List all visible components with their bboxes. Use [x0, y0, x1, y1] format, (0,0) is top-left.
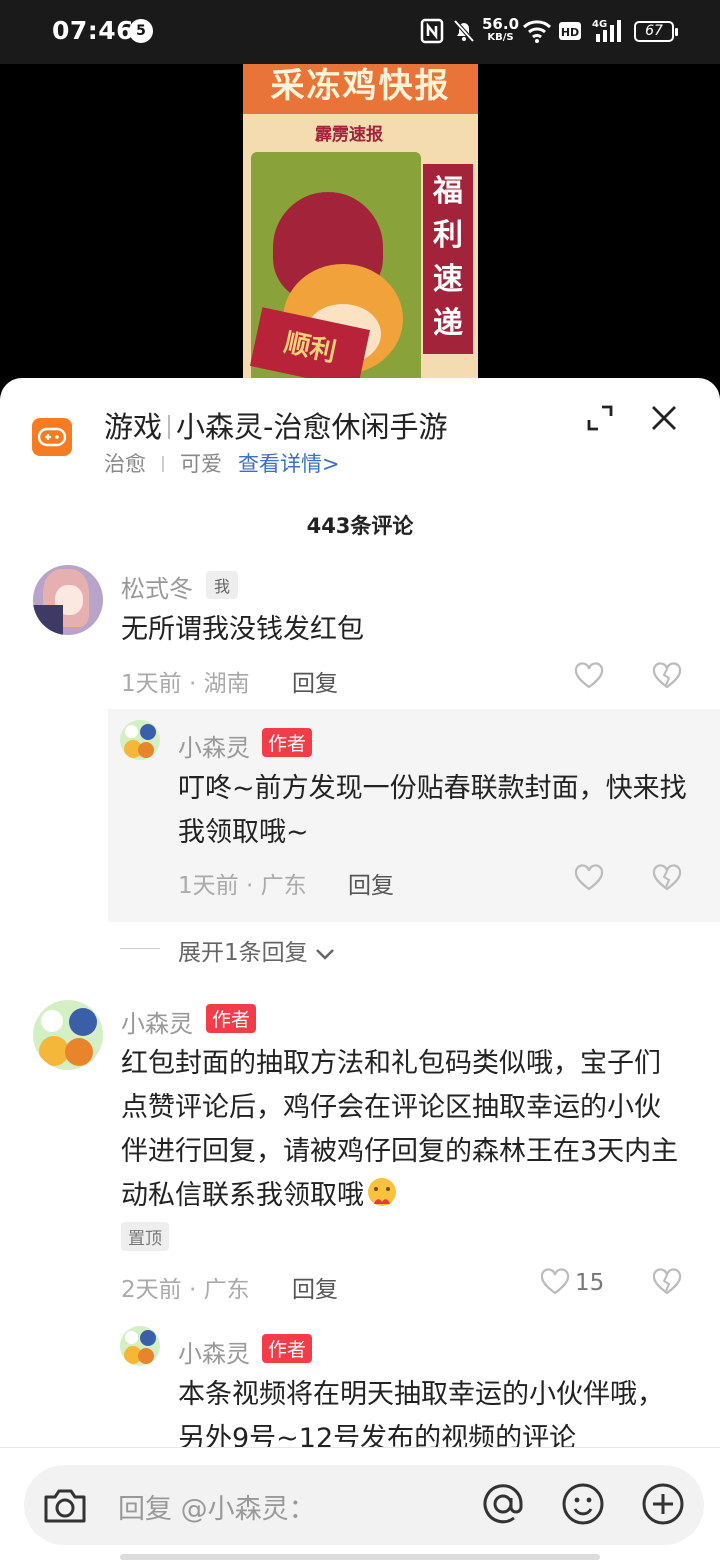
expand-replies-button[interactable]: 展开1条回复 [178, 933, 335, 967]
cover-subtitle: 霹雳速报 [315, 125, 383, 145]
reply-button[interactable]: 回复 [292, 664, 338, 698]
video-cover: 采冻鸡快报 霹雳速报 顺利 福利速递 [243, 64, 478, 394]
signal-icon: 4G [590, 18, 626, 48]
comment-text[interactable]: 红包封面的抽取方法和礼包码类似哦，宝子们点赞评论后，鸡仔会在评论区抽取幸运的小伙… [121, 1042, 681, 1218]
sheet-header: 游戏 小森灵-治愈休闲手游 治愈 可爱 查看详情> [0, 378, 720, 488]
comment-sheet: 游戏 小森灵-治愈休闲手游 治愈 可爱 查看详情> 443条评论 松式冬 我 无所谓我… [0, 378, 720, 1560]
notification-badge: 5 [129, 19, 153, 43]
status-time: 07:46 [52, 16, 135, 45]
cover-title: 采冻鸡快报 [243, 64, 478, 114]
author-badge: 作者 [262, 1334, 313, 1363]
reply-button[interactable]: 回复 [348, 866, 394, 900]
chevron-down-icon [316, 949, 334, 960]
expand-divider [120, 948, 160, 949]
at-icon[interactable] [480, 1481, 526, 1531]
camera-icon[interactable] [42, 1483, 88, 1531]
me-badge: 我 [206, 571, 239, 599]
game-name: 小森灵-治愈休闲手游 [176, 410, 448, 444]
details-link[interactable]: 查看详情> [238, 452, 340, 476]
nfc-icon [420, 18, 444, 48]
comment-author[interactable]: 松式冬 [121, 569, 193, 604]
net-speed: 56.0 KB/S [482, 15, 520, 44]
game-tags: 治愈 可爱 查看详情> [104, 448, 340, 478]
author-badge: 作者 [262, 728, 313, 757]
hug-emoji-icon [364, 1176, 400, 1210]
comment-count: 443条评论 [306, 514, 414, 538]
emoji-icon[interactable] [560, 1481, 606, 1531]
expand-icon[interactable] [586, 404, 614, 436]
reply-author[interactable]: 小森灵 [178, 728, 250, 763]
video-player[interactable]: 采冻鸡快报 霹雳速报 顺利 福利速递 [0, 64, 720, 394]
game-title[interactable]: 游戏 小森灵-治愈休闲手游 [104, 404, 447, 446]
heart-icon[interactable] [574, 864, 604, 896]
reply-author[interactable]: 小森灵 [178, 1334, 250, 1369]
status-bar: 07:46 5 56.0 KB/S HD 4G 67 [0, 0, 720, 64]
broken-heart-icon[interactable] [652, 662, 682, 694]
comment-author[interactable]: 小森灵 [121, 1004, 193, 1039]
mute-icon [452, 18, 476, 48]
game-controller-icon[interactable] [32, 418, 72, 456]
pinned-badge: 置顶 [121, 1222, 169, 1251]
avatar[interactable] [33, 565, 103, 635]
game-category: 游戏 [104, 410, 163, 444]
comment-input[interactable]: 回复 @小森灵： [24, 1465, 704, 1545]
svg-text:HD: HD [561, 26, 579, 39]
wifi-icon [522, 18, 552, 48]
cover-banner: 福利速递 [423, 164, 473, 354]
reply-button[interactable]: 回复 [292, 1270, 338, 1304]
reply-text[interactable]: 叮咚~前方发现一份贴春联款封面，快来找我领取哦~ [178, 767, 688, 855]
heart-icon[interactable] [540, 1268, 570, 1300]
comment-input-bar: 回复 @小森灵： [0, 1447, 720, 1560]
avatar[interactable] [33, 1000, 103, 1070]
close-icon[interactable] [650, 404, 678, 436]
hd-icon: HD [558, 18, 582, 48]
broken-heart-icon[interactable] [652, 864, 682, 896]
heart-icon[interactable] [574, 662, 604, 694]
comment-meta: 1天前 · 湖南 [121, 671, 250, 697]
comment-text[interactable]: 无所谓我没钱发红包 [121, 608, 681, 652]
input-placeholder: 回复 @小森灵： [118, 1494, 316, 1525]
avatar[interactable] [120, 1326, 160, 1366]
tag-cute: 可爱 [180, 452, 222, 476]
author-badge: 作者 [206, 1004, 257, 1033]
scroll-indicator [120, 1554, 600, 1560]
plus-icon[interactable] [640, 1481, 686, 1531]
broken-heart-icon[interactable] [652, 1268, 682, 1300]
comment-meta: 2天前 · 广东 [121, 1277, 250, 1303]
avatar[interactable] [120, 720, 160, 760]
like-count: 15 [575, 1270, 605, 1296]
reply-meta: 1天前 · 广东 [178, 873, 307, 899]
network-type-text: 4G [592, 19, 607, 30]
tag-healing: 治愈 [104, 452, 146, 476]
battery-icon: 67 [634, 21, 678, 42]
